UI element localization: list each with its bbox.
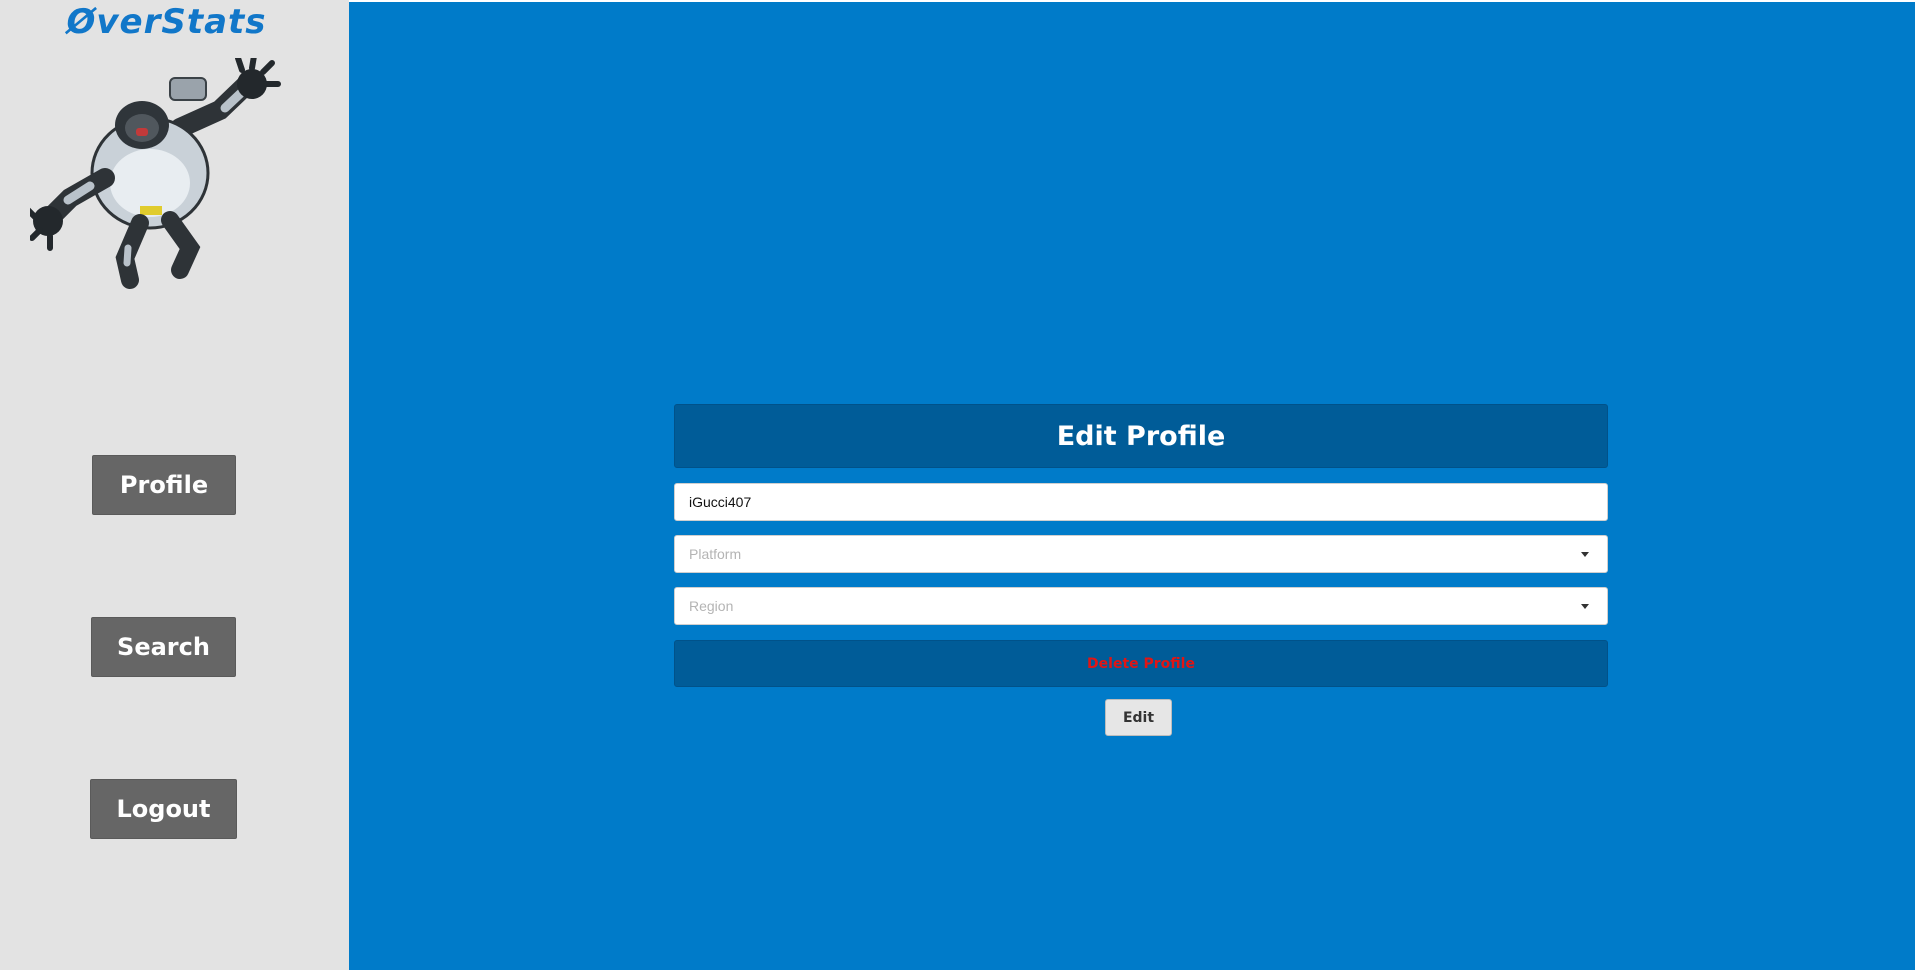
username-field[interactable]: iGucci407 — [674, 483, 1608, 521]
platform-placeholder: Platform — [689, 546, 742, 562]
sidebar: ØverStats Profile Search Logout — [0, 0, 349, 970]
region-select[interactable]: Region — [674, 587, 1608, 625]
region-placeholder: Region — [689, 598, 734, 614]
search-button[interactable]: Search — [91, 617, 236, 677]
form-title: Edit Profile — [674, 404, 1608, 468]
main-content: Edit Profile iGucci407 Platform Region D… — [349, 2, 1915, 970]
app-root: ØverStats Profile Search Logout Edit Pro… — [0, 0, 1915, 971]
profile-button[interactable]: Profile — [92, 455, 236, 515]
username-value: iGucci407 — [689, 494, 752, 510]
platform-select[interactable]: Platform — [674, 535, 1608, 573]
caret-down-icon — [1581, 551, 1589, 557]
hero-figure — [30, 58, 281, 289]
edit-button[interactable]: Edit — [1105, 699, 1172, 736]
app-logo[interactable]: ØverStats — [0, 2, 333, 42]
caret-down-icon — [1581, 603, 1589, 609]
logout-button[interactable]: Logout — [90, 779, 237, 839]
hero-character-image — [30, 58, 281, 289]
delete-profile-button[interactable]: Delete Profile — [674, 640, 1608, 687]
